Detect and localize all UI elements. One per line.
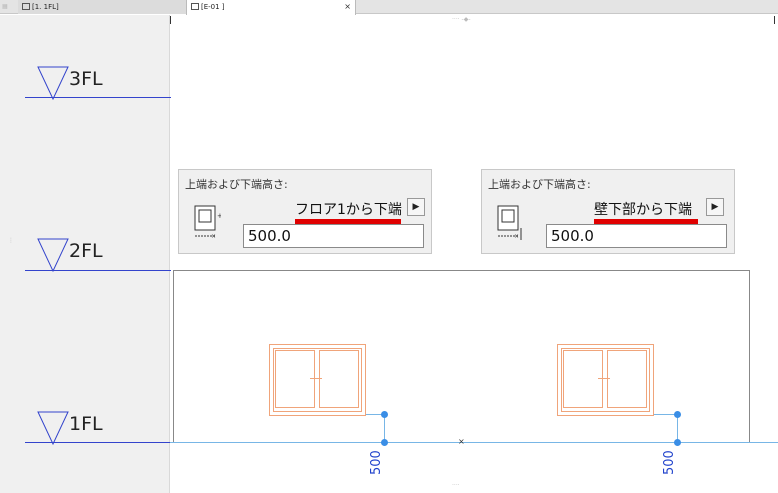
level-triangle-icon — [37, 238, 69, 272]
dimension-handle[interactable] — [674, 439, 681, 446]
level-2fl: 2FL — [25, 238, 171, 274]
reference-menu-button[interactable]: ▶ — [407, 198, 425, 216]
top-bottom-height-icon: × — [497, 205, 522, 240]
side-resize-handle[interactable]: ⋮ — [8, 237, 14, 244]
top-resize-handle[interactable]: ···· -◆- — [452, 16, 470, 23]
level-label: 1FL — [69, 413, 103, 435]
window-sash — [607, 350, 647, 408]
ground-line — [170, 442, 778, 443]
height-settings-panel-1: 上端および下端高さ: × + フロア1から下端 ▶ 500.0 — [178, 169, 432, 254]
canvas-edge-mark-left — [170, 16, 171, 24]
dimension-text[interactable]: 500 — [369, 450, 384, 475]
tab-elevation-label: [E-01 ] — [201, 3, 225, 11]
window-center-mark — [598, 378, 610, 379]
level-3fl: 3FL — [25, 66, 171, 102]
level-label: 2FL — [69, 240, 103, 262]
level-line — [25, 442, 171, 443]
panel-title: 上端および下端高さ: — [185, 178, 288, 191]
window-right[interactable] — [557, 344, 654, 416]
tab-floor-plan-label: [1. 1FL] — [32, 3, 59, 11]
dimension-handle[interactable] — [381, 439, 388, 446]
window-sash — [319, 350, 359, 408]
dimension-text[interactable]: 500 — [662, 450, 677, 475]
level-line — [25, 270, 171, 271]
tab-elevation[interactable]: [E-01 ] × — [186, 0, 356, 15]
reference-menu-button[interactable]: ▶ — [706, 198, 724, 216]
canvas-edge-mark-right — [774, 16, 775, 24]
height-value-input[interactable]: 500.0 — [546, 224, 727, 248]
svg-text:+: + — [217, 212, 221, 220]
wall-elevation-outline[interactable] — [173, 270, 750, 443]
svg-text:×: × — [211, 233, 216, 240]
height-value-input[interactable]: 500.0 — [243, 224, 424, 248]
level-triangle-icon — [37, 66, 69, 100]
tab-bar: ▦ [1. 1FL] [E-01 ] × — [0, 0, 778, 15]
level-line — [25, 97, 171, 98]
tab-floor-plan[interactable]: [1. 1FL] — [18, 0, 200, 14]
level-1fl: 1FL — [25, 411, 171, 447]
bottom-resize-handle[interactable]: ···· — [452, 482, 460, 489]
dimension-handle[interactable] — [674, 411, 681, 418]
dimension-handle[interactable] — [381, 411, 388, 418]
level-triangle-icon — [37, 411, 69, 445]
height-settings-panel-2: 上端および下端高さ: × 壁下部から下端 ▶ 500.0 — [481, 169, 735, 254]
height-reference-selector[interactable]: フロア1から下端 — [295, 199, 402, 219]
height-reference-selector[interactable]: 壁下部から下端 — [594, 199, 692, 219]
app-window: ▦ [1. 1FL] [E-01 ] × ···· -◆- ⋮ 3FL 2FL … — [0, 0, 778, 493]
window-left[interactable] — [269, 344, 366, 416]
svg-text:×: × — [514, 233, 519, 240]
window-center-mark — [310, 378, 322, 379]
grid-view-icon[interactable]: ▦ — [2, 3, 8, 10]
close-tab-icon[interactable]: × — [344, 0, 351, 14]
level-label: 3FL — [69, 68, 103, 90]
elevation-icon — [191, 3, 199, 10]
panel-title: 上端および下端高さ: — [488, 178, 591, 191]
window-sash — [563, 350, 603, 408]
plan-icon — [22, 3, 30, 10]
window-sash — [275, 350, 315, 408]
top-bottom-height-icon: × + — [194, 205, 221, 240]
origin-cross-icon: × — [458, 437, 465, 446]
